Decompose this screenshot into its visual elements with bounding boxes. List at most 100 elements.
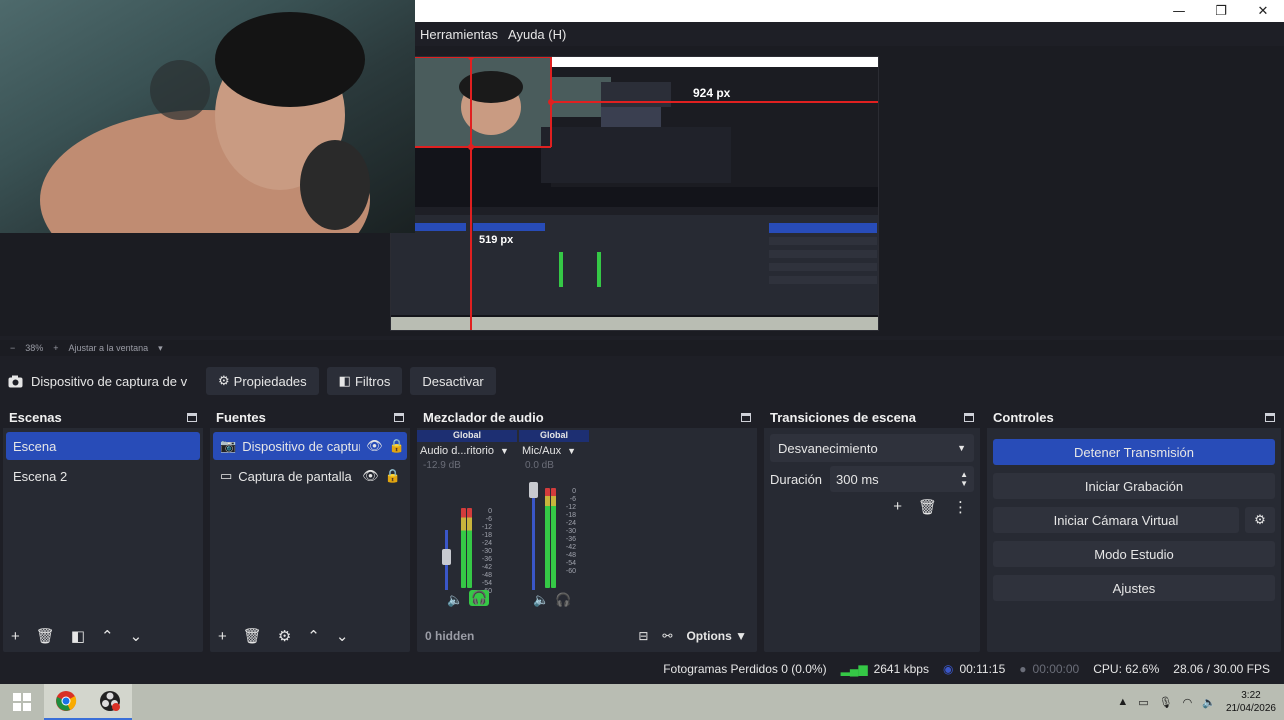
db-tick-label: -12 <box>481 524 492 531</box>
float-icon[interactable] <box>964 412 974 422</box>
volume-fader-knob[interactable] <box>442 549 451 565</box>
speaker-icon[interactable]: 🔈 <box>447 592 463 608</box>
add-icon[interactable]: + <box>11 628 20 645</box>
db-tick-label: 0 <box>572 488 576 495</box>
add-icon[interactable]: + <box>893 498 902 516</box>
duration-value: 300 ms <box>836 471 879 487</box>
hidden-count: 0 hidden <box>425 629 475 643</box>
level-meter <box>461 508 466 588</box>
lock-icon[interactable]: 🔒 <box>389 438 405 454</box>
db-tick-label: -24 <box>565 520 576 527</box>
trash-icon[interactable]: 🗑 <box>36 627 55 645</box>
db-tick-label: -12 <box>565 504 576 511</box>
headphones-off-icon[interactable]: 🎧 <box>555 592 571 608</box>
menu-help[interactable]: Ayuda (H) <box>503 27 571 42</box>
volume-fader[interactable] <box>532 490 535 590</box>
status-bar: Fotogramas Perdidos 0 (0.0%) ▂▄▆ 2641 kb… <box>0 656 1284 682</box>
trash-icon[interactable]: 🗑 <box>243 627 262 645</box>
stop-stream-button[interactable]: Detener Transmisión <box>993 439 1275 465</box>
move-up-icon[interactable]: ⌃ <box>101 627 114 645</box>
volume-icon[interactable]: 🔈 <box>1202 696 1216 709</box>
wifi-icon[interactable]: ◠ <box>1183 696 1193 709</box>
transition-actions: + 🗑 ⋮ <box>764 498 980 516</box>
scene-filters-icon[interactable]: ◧ <box>71 627 85 645</box>
gear-icon[interactable]: ⚙ <box>278 627 291 645</box>
speaker-icon[interactable]: 🔈 <box>533 592 549 608</box>
duration-input[interactable]: 300 ms ▲ ▼ <box>830 466 974 492</box>
preview-canvas[interactable]: 924 px 519 px <box>390 56 879 331</box>
zoom-fit[interactable]: Ajustar a la ventana <box>69 343 149 353</box>
chevron-down-icon[interactable]: ▾ <box>158 343 163 354</box>
clock-time: 3:22 <box>1241 690 1261 701</box>
channel-name: Mic/Aux ▼ <box>519 442 589 460</box>
maximize-button[interactable]: ❐ <box>1200 0 1242 22</box>
move-up-icon[interactable]: ⌃ <box>307 627 320 645</box>
float-icon[interactable] <box>187 412 197 422</box>
layout-icon[interactable]: ⊟ <box>638 629 648 643</box>
clock[interactable]: 3:22 21/04/2026 <box>1226 689 1276 715</box>
microphone-icon[interactable]: 🎙 <box>1159 696 1173 709</box>
deactivate-button[interactable]: Desactivar <box>410 367 496 395</box>
headphones-icon[interactable]: 🎧 <box>469 590 490 606</box>
float-icon[interactable] <box>1265 412 1275 422</box>
add-icon[interactable]: + <box>218 628 227 645</box>
float-icon[interactable] <box>741 412 751 422</box>
zoom-out-button[interactable]: − <box>10 343 15 353</box>
close-button[interactable]: ✕ <box>1242 0 1284 22</box>
minimize-button[interactable]: — <box>1158 0 1200 22</box>
start-recording-button[interactable]: Iniciar Grabación <box>993 473 1275 499</box>
source-label: Captura de pantalla 2 <box>238 468 357 484</box>
eye-icon[interactable]: 👁 <box>362 468 379 484</box>
mixer-header: Mezclador de audio <box>417 406 757 428</box>
sources-title: Fuentes <box>216 409 266 425</box>
link-icon[interactable]: ⚯ <box>662 629 672 643</box>
properties-button[interactable]: ⚙ Propiedades <box>206 367 319 395</box>
chevron-down-icon[interactable]: ▼ <box>500 446 509 456</box>
audio-mixer-dock: Mezclador de audio Global Audio d...rito… <box>417 406 757 652</box>
options-button[interactable]: Options ▼ <box>686 629 747 643</box>
obs-icon[interactable] <box>88 684 132 720</box>
more-icon[interactable]: ⋮ <box>953 498 968 516</box>
windows-start-icon[interactable] <box>0 684 44 720</box>
transition-select[interactable]: Desvanecimiento ▼ <box>770 434 974 462</box>
gear-icon: ⚙ <box>218 373 230 388</box>
stream-icon: ◉ <box>942 662 954 676</box>
settings-button[interactable]: Ajustes <box>993 575 1275 601</box>
menu-tools[interactable]: Herramientas <box>415 27 503 42</box>
chevron-down-icon[interactable]: ▼ <box>567 446 576 456</box>
db-tick-label: -30 <box>565 528 576 535</box>
lock-icon[interactable]: 🔒 <box>385 468 401 484</box>
db-tick-label: -42 <box>565 544 576 551</box>
volume-fader-knob[interactable] <box>529 482 538 498</box>
zoom-in-button[interactable]: + <box>53 343 58 353</box>
rec-time-status: ● 00:00:00 <box>1019 662 1079 676</box>
chrome-icon[interactable] <box>44 684 88 720</box>
taskbar: ▲ ▭ 🎙 ◠ 🔈 3:22 21/04/2026 <box>0 684 1284 720</box>
scenes-footer: + 🗑 ◧ ⌃ ⌄ <box>3 620 203 652</box>
battery-icon[interactable]: ▭ <box>1138 696 1148 709</box>
gear-icon[interactable]: ⚙ <box>1245 507 1275 533</box>
system-tray: ▲ ▭ 🎙 ◠ 🔈 3:22 21/04/2026 <box>1117 684 1276 720</box>
float-icon[interactable] <box>394 412 404 422</box>
source-item[interactable]: 📷 Dispositivo de captura 👁 🔒 <box>213 432 407 460</box>
record-icon: ● <box>1019 662 1027 676</box>
move-down-icon[interactable]: ⌄ <box>130 627 143 645</box>
move-down-icon[interactable]: ⌄ <box>336 627 349 645</box>
source-label: Dispositivo de captura <box>242 438 361 454</box>
filters-button[interactable]: ◧ Filtros <box>326 367 403 395</box>
scene-item[interactable]: Escena <box>6 432 200 460</box>
source-item[interactable]: ▭ Captura de pantalla 2 👁 🔒 <box>213 462 407 490</box>
start-virtual-cam-button[interactable]: Iniciar Cámara Virtual <box>993 507 1239 533</box>
studio-mode-button[interactable]: Modo Estudio <box>993 541 1275 567</box>
zoom-bar: − 38% + Ajustar a la ventana ▾ <box>0 340 1284 356</box>
spin-icon[interactable]: ▲ ▼ <box>960 470 968 488</box>
bitrate-value: 2641 kbps <box>873 662 929 676</box>
background-figure <box>150 60 210 120</box>
trash-icon[interactable]: 🗑 <box>918 498 937 516</box>
eye-icon[interactable]: 👁 <box>366 438 383 454</box>
chevron-up-icon[interactable]: ▲ <box>1117 696 1128 708</box>
scene-item[interactable]: Escena 2 <box>6 462 200 490</box>
mixer-body: Global Audio d...ritorio ▼ -12.9 dB 0 -6-… <box>417 430 757 620</box>
transitions-title: Transiciones de escena <box>770 409 916 425</box>
dropped-frames: Fotogramas Perdidos 0 (0.0%) <box>663 662 827 676</box>
